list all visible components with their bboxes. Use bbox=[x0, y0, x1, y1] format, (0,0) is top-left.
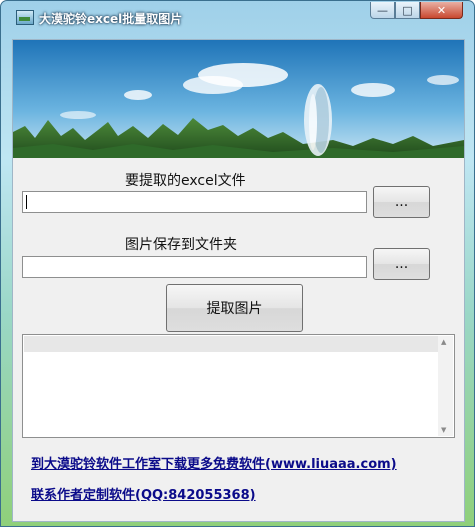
close-button[interactable]: ✕ bbox=[420, 2, 463, 19]
save-folder-label: 图片保存到文件夹 bbox=[125, 237, 237, 253]
text-cursor bbox=[26, 195, 27, 209]
maximize-button[interactable]: □ bbox=[395, 2, 420, 19]
browse-folder-button[interactable]: ... bbox=[373, 248, 430, 280]
landscape-banner-image bbox=[13, 40, 464, 158]
app-icon[interactable] bbox=[16, 10, 34, 25]
download-link[interactable]: 到大漠驼铃软件工作室下载更多免费软件(www.liuaaa.com) bbox=[31, 453, 397, 472]
vertical-scrollbar[interactable]: ▲ ▼ bbox=[438, 336, 453, 436]
client-area: 要提取的excel文件 ... 图片保存到文件夹 ... 提取图片 ▲ ▼ 到大… bbox=[12, 39, 465, 522]
list-item[interactable] bbox=[24, 336, 438, 352]
extract-images-button[interactable]: 提取图片 bbox=[166, 284, 303, 332]
save-folder-input[interactable] bbox=[22, 256, 367, 278]
excel-file-label: 要提取的excel文件 bbox=[125, 173, 246, 189]
browse-excel-button[interactable]: ... bbox=[373, 186, 430, 218]
app-window: 大漠驼铃excel批量取图片 — □ ✕ 要提取的excel文件 ... 图片保… bbox=[0, 0, 475, 527]
image-list[interactable]: ▲ ▼ bbox=[22, 334, 455, 438]
window-title: 大漠驼铃excel批量取图片 bbox=[39, 12, 183, 26]
excel-file-input[interactable] bbox=[22, 191, 367, 213]
title-bar[interactable]: 大漠驼铃excel批量取图片 — □ ✕ bbox=[1, 1, 474, 31]
minimize-button[interactable]: — bbox=[370, 2, 395, 19]
contact-link[interactable]: 联系作者定制软件(QQ:842055368) bbox=[31, 484, 256, 503]
scroll-down-arrow-icon[interactable]: ▼ bbox=[441, 426, 446, 434]
scroll-up-arrow-icon[interactable]: ▲ bbox=[441, 338, 446, 346]
